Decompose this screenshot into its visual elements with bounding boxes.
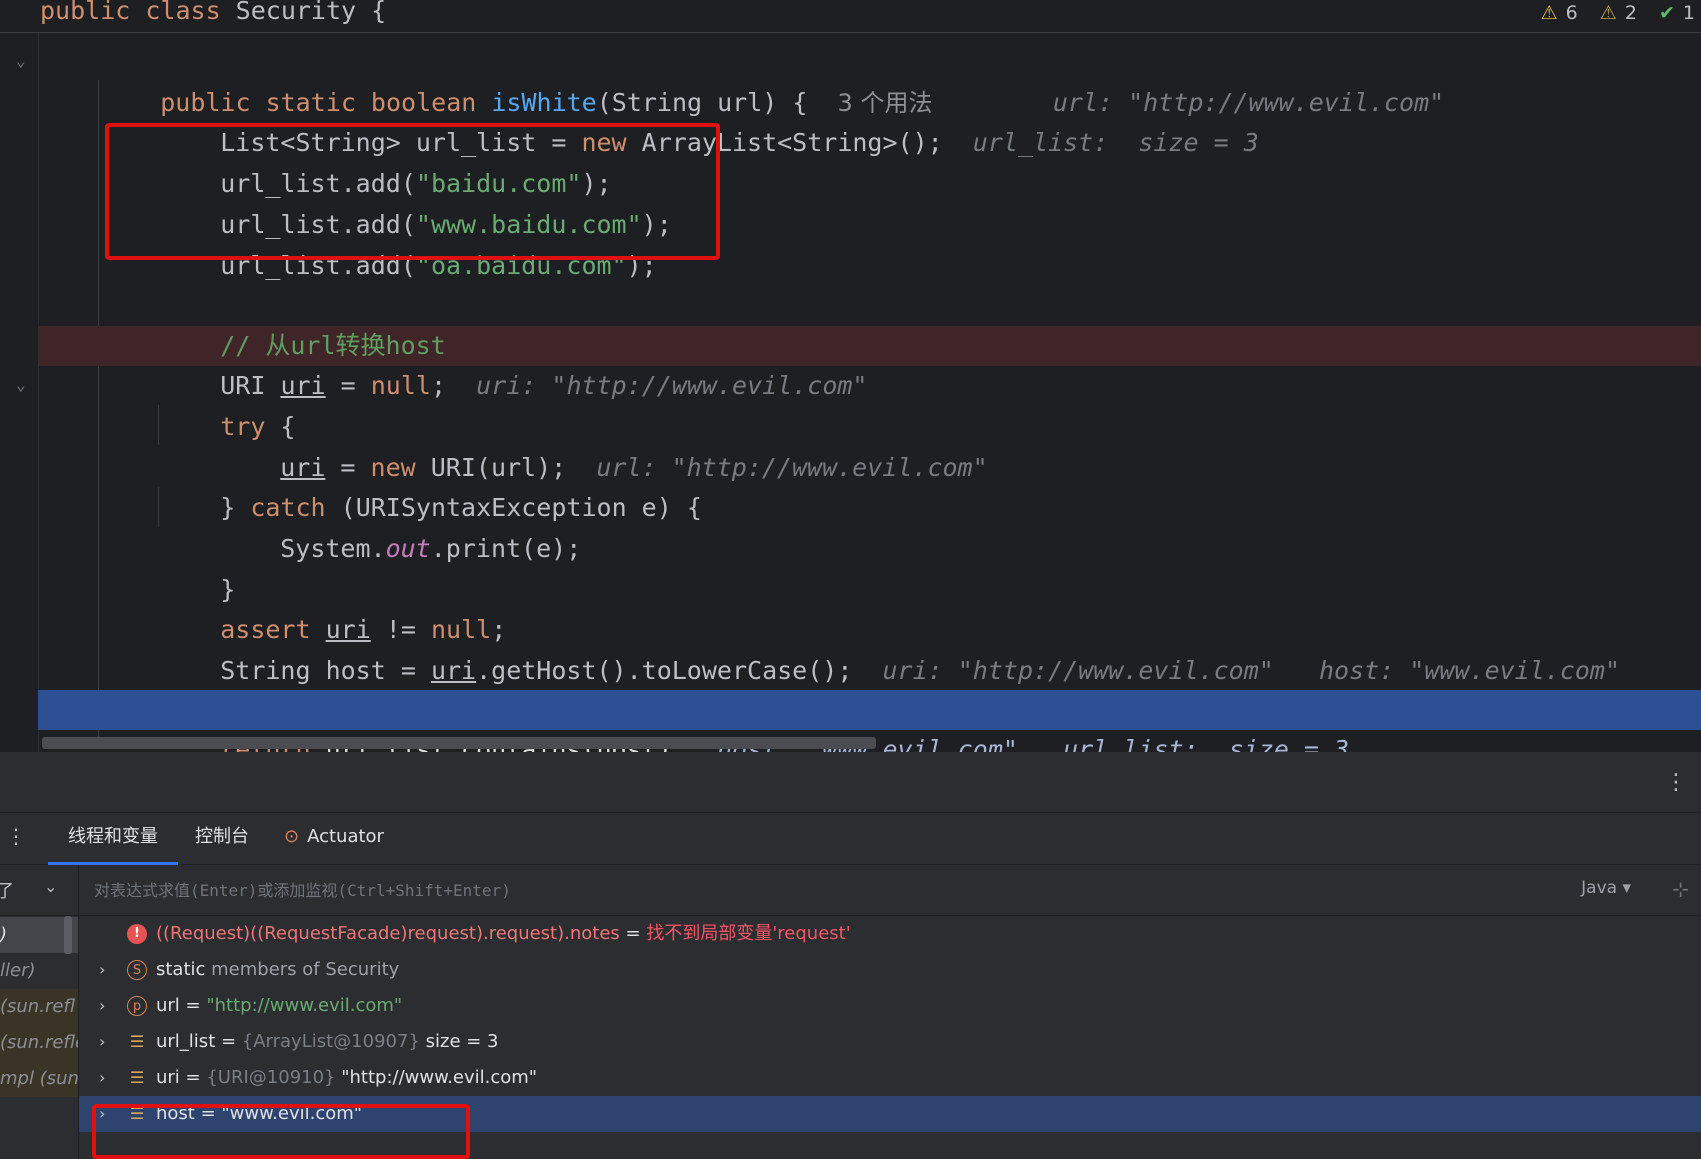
variable-row-error[interactable]: ! ((Request)((RequestFacade)request).req…: [79, 916, 1701, 952]
inline-value-hint: url_list: size = 3: [1063, 735, 1350, 752]
tab-menu-icon[interactable]: ⋮: [6, 824, 26, 848]
frames-list[interactable]: 了 ⌄ ) ller) (sun.refl (sun.refle mpl (su…: [0, 865, 79, 1159]
inline-value-hint: uri: "http://www.evil.com": [476, 371, 868, 400]
indent-guide: [158, 405, 159, 445]
variable-row-static[interactable]: › S static members of Security: [79, 952, 1701, 988]
variable-row-url-list[interactable]: › ☰ url_list = {ArrayList@10907} size = …: [79, 1024, 1701, 1060]
indent-guide: [98, 80, 99, 740]
weak-warning-indicator[interactable]: ⚠ 2: [1592, 2, 1637, 24]
annotation-highlight-box: [105, 123, 720, 260]
tab-console[interactable]: 控制台: [195, 812, 249, 862]
code-line-breakpoint[interactable]: URI uri = null; uri: "http://www.evil.co…: [160, 326, 867, 400]
add-watch-icon[interactable]: ⊹: [1672, 877, 1689, 901]
expand-chevron-icon[interactable]: ›: [99, 1060, 105, 1096]
inline-value-hint: url_list: size = 3: [972, 128, 1259, 157]
frame-item[interactable]: (sun.refl: [0, 989, 78, 1025]
gutter[interactable]: ⌄ ⌄: [0, 33, 39, 752]
fold-chevron-icon[interactable]: ⌄: [16, 377, 26, 393]
code-line[interactable]: uri = new URI(url); url: "http://www.evi…: [220, 408, 987, 482]
code-line[interactable]: String host = uri.getHost().toLowerCase(…: [160, 611, 1620, 685]
annotation-highlight-box: [92, 1104, 470, 1159]
fold-chevron-icon[interactable]: ⌄: [16, 53, 26, 69]
check-icon: ✔: [1658, 2, 1675, 24]
local-variable-icon: ☰: [129, 1068, 145, 1087]
code-line-comment[interactable]: // 从url转换host: [160, 286, 446, 360]
code-editor[interactable]: public class Security { ⚠ 6 ⚠ 2 ✔ 1 ⌄ ⌄ pub…: [0, 0, 1701, 752]
tab-actuator[interactable]: ⊙ Actuator: [284, 812, 384, 862]
weak-warning-icon: ⚠: [1599, 2, 1617, 24]
inspection-widget[interactable]: ⚠ 6 ⚠ 2 ✔ 1: [1525, 2, 1695, 24]
evaluate-input[interactable]: 对表达式求值(Enter)或添加监视(Ctrl+Shift+Enter): [94, 877, 511, 901]
frames-scrollbar[interactable]: [64, 916, 72, 954]
static-icon: S: [127, 960, 147, 980]
code-line-method-signature[interactable]: public static boolean isWhite(String url…: [100, 43, 1444, 117]
expand-chevron-icon[interactable]: ›: [99, 952, 105, 988]
error-icon: !: [127, 924, 147, 944]
inline-value-hint: uri: "http://www.evil.com": [882, 656, 1274, 685]
evaluate-expression-bar[interactable]: 对表达式求值(Enter)或添加监视(Ctrl+Shift+Enter) Jav…: [78, 865, 1701, 916]
debug-toolbar: ⋮: [0, 752, 1701, 813]
indent-guide: [158, 487, 159, 527]
code-line[interactable]: }: [160, 530, 235, 604]
frame-item[interactable]: mpl (sun.: [0, 1061, 78, 1097]
tab-threads-variables[interactable]: 线程和变量: [48, 812, 178, 865]
sticky-header: public class Security { ⚠ 6 ⚠ 2 ✔ 1: [0, 0, 1701, 33]
local-variable-icon: ☰: [129, 1032, 145, 1051]
code-line[interactable]: } catch (URISyntaxException e) {: [160, 448, 702, 522]
more-options-icon[interactable]: ⋮: [1665, 770, 1687, 795]
frame-item[interactable]: (sun.refle: [0, 1025, 78, 1061]
warning-icon: ⚠: [1540, 2, 1558, 24]
warning-indicator[interactable]: ⚠ 6: [1533, 2, 1578, 24]
code-line[interactable]: assert uri != null;: [160, 570, 506, 644]
code-line[interactable]: List<String> url_list = new ArrayList<St…: [160, 83, 1259, 157]
thread-selector[interactable]: 了 ⌄: [0, 865, 78, 916]
parameter-icon: p: [127, 996, 147, 1016]
horizontal-scrollbar[interactable]: [42, 737, 876, 749]
sticky-class-line: public class Security {: [40, 0, 387, 25]
frame-item[interactable]: ller): [0, 953, 78, 989]
variable-row-url[interactable]: › p url = "http://www.evil.com": [79, 988, 1701, 1024]
expand-chevron-icon[interactable]: ›: [99, 1024, 105, 1060]
debug-panel: ⋮ ⋮ 线程和变量 控制台 ⊙Actuator 了 ⌄ ) ller) (sun…: [0, 752, 1701, 1159]
variable-row-uri[interactable]: › ☰ uri = {URI@10910} "http://www.evil.c…: [79, 1060, 1701, 1096]
code-line-current-execution[interactable]: return url_list.contains(host); host: "w…: [160, 690, 1349, 752]
code-line[interactable]: System.out.print(e);: [220, 489, 581, 563]
actuator-icon: ⊙: [284, 826, 300, 847]
ok-indicator[interactable]: ✔ 1: [1651, 2, 1695, 24]
expand-chevron-icon[interactable]: ›: [99, 988, 105, 1024]
debug-tabs: ⋮ 线程和变量 控制台 ⊙ Actuator: [0, 812, 1701, 865]
chevron-down-icon[interactable]: ⌄: [44, 877, 57, 896]
inline-value-hint: host: "www.evil.com": [1319, 656, 1621, 685]
code-line[interactable]: try {: [160, 367, 295, 441]
language-selector[interactable]: Java ▾: [1581, 878, 1631, 898]
